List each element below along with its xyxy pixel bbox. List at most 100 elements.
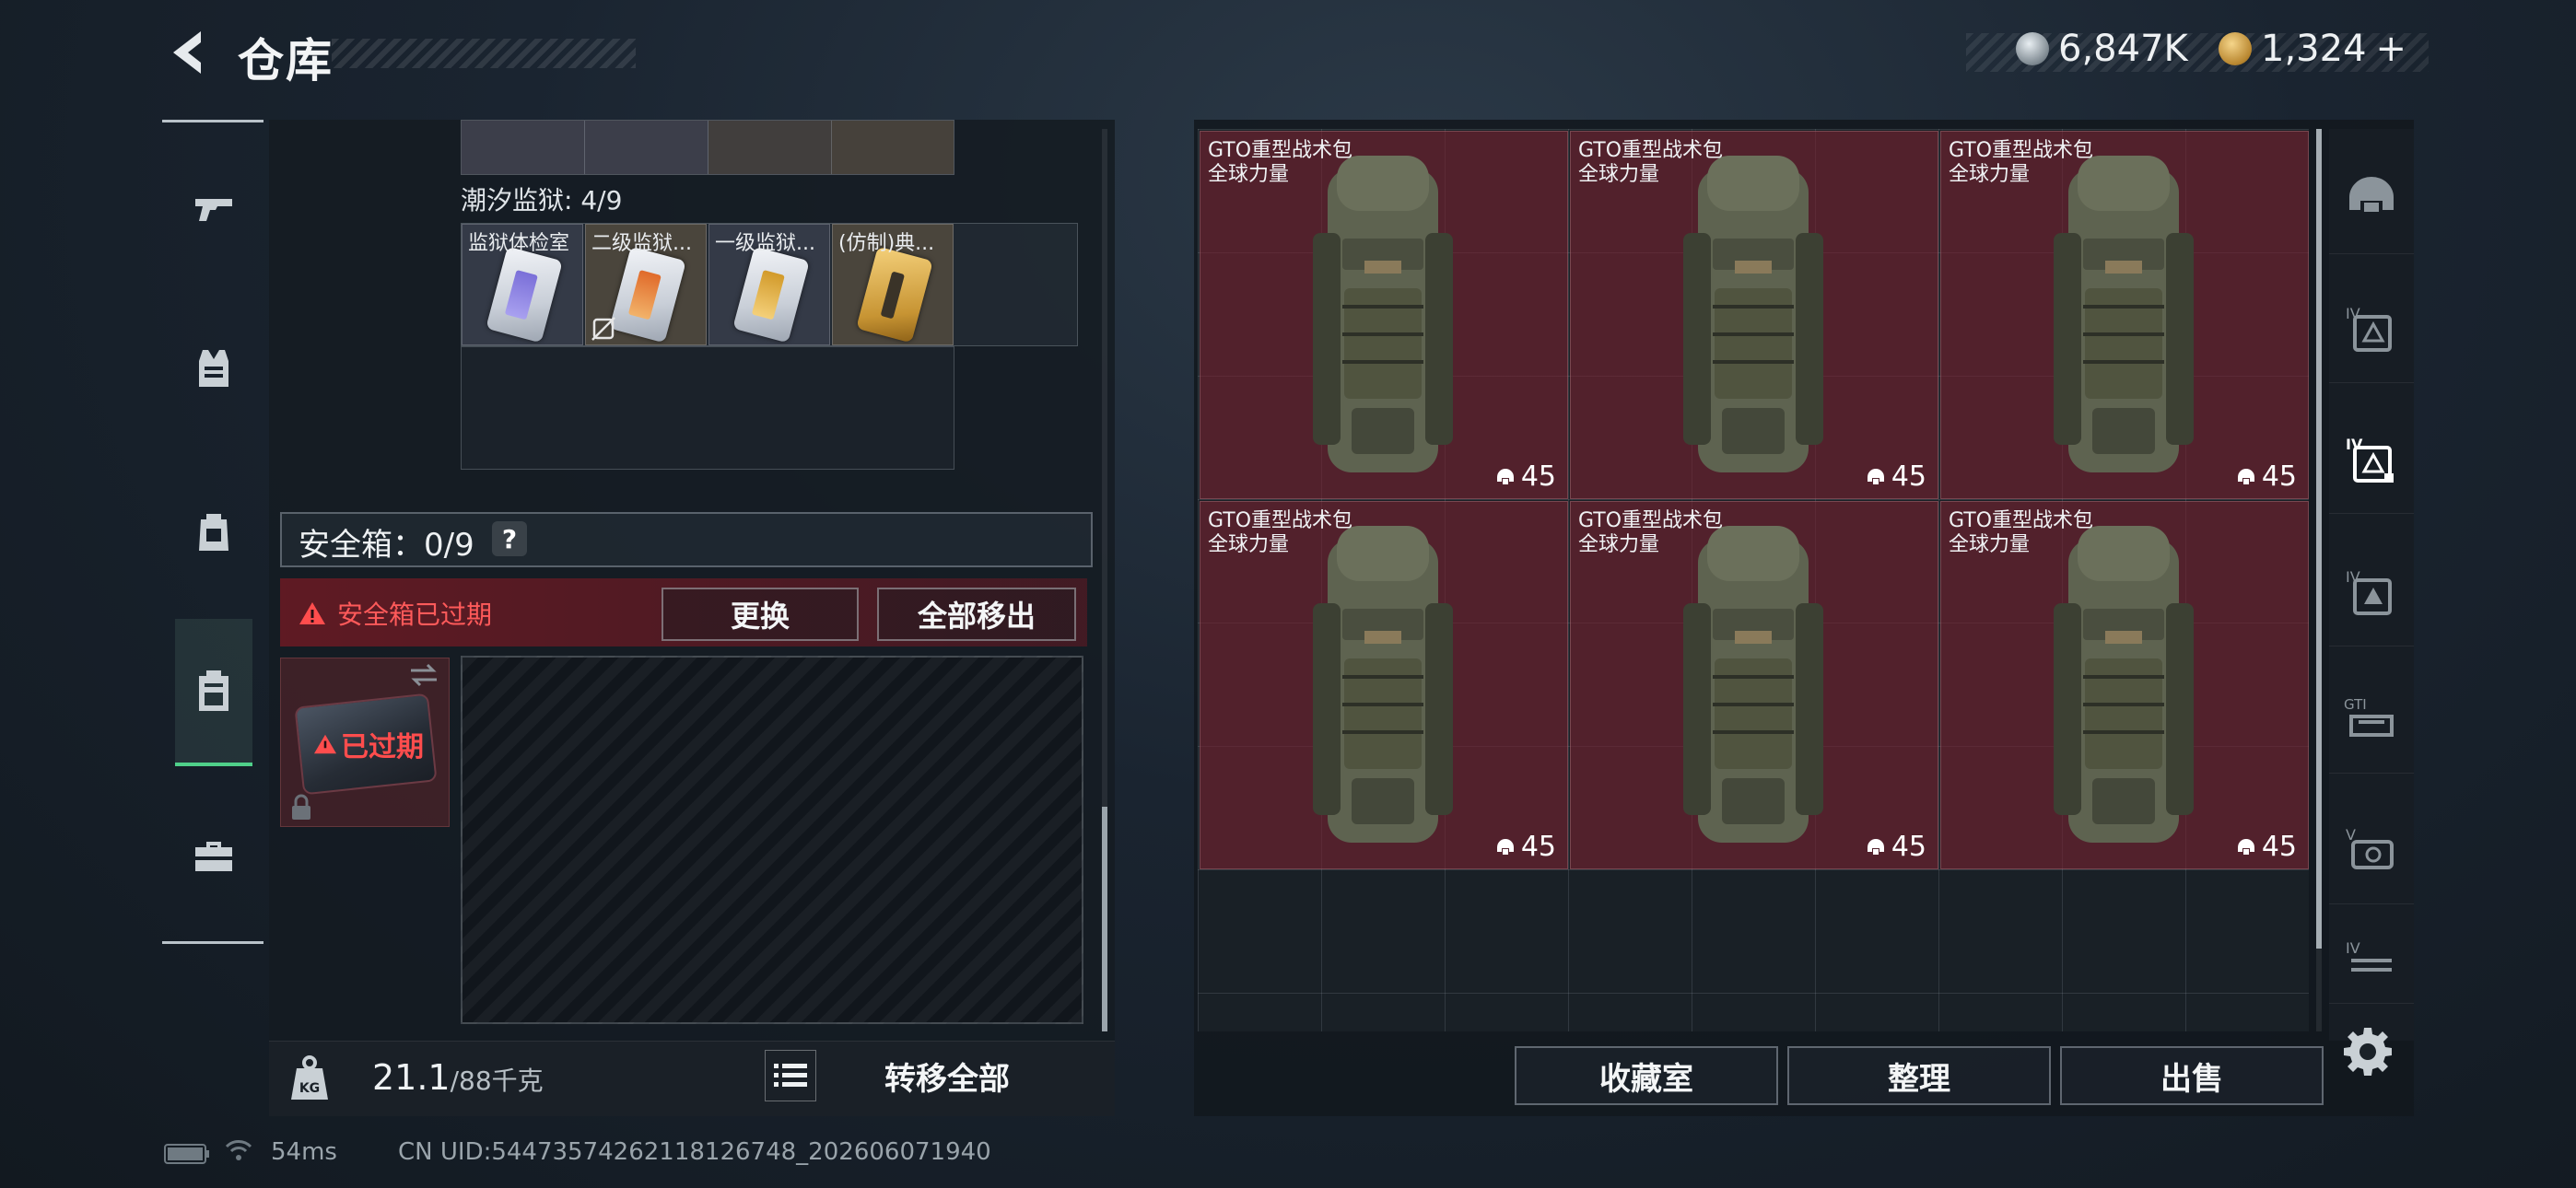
- armor-iv-alt-filter-icon: IV: [2346, 568, 2392, 615]
- ping-readout: 54ms: [271, 1138, 337, 1166]
- partial-item[interactable]: [708, 121, 832, 174]
- armor-iv-selected-filter-icon: IV: [2346, 436, 2394, 483]
- nav-vest[interactable]: [175, 322, 252, 414]
- svg-text:IV: IV: [2346, 939, 2360, 957]
- tide-prison-empty-grid: [461, 346, 954, 470]
- partial-item[interactable]: [585, 121, 708, 174]
- filter-iv-bag[interactable]: IV: [2329, 921, 2414, 1004]
- svg-text:IV: IV: [2346, 568, 2360, 586]
- back-arrow-icon[interactable]: [164, 28, 210, 77]
- list-view-button[interactable]: [765, 1050, 816, 1101]
- item-capacity: 45: [1866, 460, 1926, 493]
- item-capacity-value: 45: [1891, 831, 1926, 863]
- item-label: (仿制)典...: [838, 232, 935, 255]
- keycard-item[interactable]: 二级监狱...: [585, 224, 707, 345]
- keycard-image: [609, 246, 686, 344]
- nav-backpack[interactable]: [175, 486, 252, 578]
- no-insurance-icon: [591, 317, 615, 341]
- partial-item-row[interactable]: [461, 120, 954, 175]
- page-title: 仓库: [238, 34, 334, 87]
- item-capacity-value: 45: [1520, 460, 1556, 493]
- expired-warning: 安全箱已过期: [299, 595, 492, 632]
- svg-text:GTI: GTI: [2344, 696, 2367, 713]
- item-label: 监狱体检室: [468, 232, 570, 255]
- backpack-item[interactable]: GTO重型战术包 全球力量 45: [1940, 131, 2309, 499]
- helmet-icon: [1867, 468, 1884, 484]
- filter-armor-iv[interactable]: IV: [2329, 273, 2414, 383]
- replace-button[interactable]: 更换: [662, 588, 859, 641]
- backpack-item[interactable]: GTO重型战术包 全球力量 45: [1570, 501, 1938, 869]
- warning-icon: [314, 734, 336, 754]
- helmet-icon: [1496, 838, 1514, 855]
- swap-icon[interactable]: [407, 661, 440, 689]
- item-faction: 全球力量: [1949, 163, 2031, 186]
- helmet-icon: [1867, 838, 1884, 855]
- nav-toolbox[interactable]: [175, 810, 252, 903]
- backpack-item[interactable]: GTO重型战术包 全球力量 45: [1200, 501, 1568, 869]
- container-icon: [199, 670, 228, 711]
- backpack-item[interactable]: GTO重型战术包 全球力量 45: [1940, 501, 2309, 869]
- keycard-image: [486, 246, 563, 344]
- helmet-icon: [2237, 838, 2254, 855]
- backpack-item[interactable]: GTO重型战术包 全球力量 45: [1200, 131, 1568, 499]
- filter-gti[interactable]: GTI: [2329, 663, 2414, 774]
- safe-box-grid[interactable]: [461, 656, 1083, 1024]
- filter-armor-iv-selected[interactable]: IV: [2329, 403, 2414, 514]
- helmet-icon: [1496, 468, 1514, 484]
- filter-v[interactable]: V: [2329, 794, 2414, 904]
- gold-currency[interactable]: 1,324 +: [2219, 28, 2406, 70]
- battery-icon: [164, 1144, 209, 1164]
- toolbox-icon: [195, 842, 232, 871]
- gold-coin-icon: [2219, 32, 2252, 65]
- item-capacity-value: 45: [1520, 831, 1556, 863]
- partial-item[interactable]: [832, 121, 954, 174]
- collection-room-button[interactable]: 收藏室: [1515, 1046, 1778, 1105]
- gear-icon[interactable]: [2342, 1026, 2394, 1077]
- partial-item[interactable]: [462, 121, 585, 174]
- safe-expired-text: 已过期: [341, 731, 424, 763]
- pistol-icon: [195, 199, 232, 221]
- filter-helmet[interactable]: [2329, 144, 2414, 254]
- safe-box-title: 安全箱：0/9: [299, 527, 474, 564]
- filter-armor-iv-alt[interactable]: IV: [2329, 536, 2414, 646]
- wifi-icon: [225, 1140, 252, 1160]
- item-faction: 全球力量: [1578, 533, 1660, 556]
- safe-expired-badge: 已过期: [313, 724, 424, 764]
- keycard-item[interactable]: 一级监狱...: [708, 224, 830, 345]
- item-label: 一级监狱...: [715, 232, 815, 255]
- item-faction: 全球力量: [1949, 533, 2031, 556]
- sell-button[interactable]: 出售: [2060, 1046, 2324, 1105]
- backpack-icon: [199, 514, 228, 551]
- backpack-image: [2054, 526, 2194, 843]
- vest-icon: [199, 350, 228, 387]
- item-faction: 全球力量: [1208, 533, 1290, 556]
- nav-container[interactable]: [175, 619, 252, 766]
- item-capacity-value: 45: [1891, 460, 1926, 493]
- item-capacity: 45: [1495, 460, 1556, 493]
- nav-weapons[interactable]: [175, 162, 252, 254]
- transfer-all-button[interactable]: 转移全部: [884, 1054, 1010, 1099]
- add-currency-button[interactable]: +: [2376, 28, 2407, 70]
- weight-capacity: /88千克: [450, 1066, 544, 1096]
- weight-readout: 21.1/88千克: [372, 1057, 544, 1098]
- backpack-image: [2054, 156, 2194, 472]
- help-button[interactable]: ?: [492, 521, 527, 556]
- v-filter-icon: V: [2346, 826, 2394, 869]
- armor-iv-filter-icon: IV: [2346, 305, 2392, 352]
- item-faction: 全球力量: [1208, 163, 1290, 186]
- item-capacity: 45: [2236, 831, 2297, 863]
- user-uid: CN UID:5447357426211812674​8_20260607194…: [398, 1138, 991, 1166]
- keycard-item[interactable]: (仿制)典...: [832, 224, 954, 345]
- gold-amount: 1,324: [2261, 28, 2367, 70]
- keycard-image: [732, 246, 810, 344]
- backpack-item[interactable]: GTO重型战术包 全球力量 45: [1570, 131, 1938, 499]
- remove-all-button[interactable]: 全部移出: [877, 588, 1076, 641]
- helmet-icon: [2237, 468, 2254, 484]
- left-scrollbar-thumb[interactable]: [1102, 807, 1107, 1031]
- tide-prison-label: 潮汐监狱: 4/9: [461, 185, 623, 215]
- svg-text:IV: IV: [2346, 305, 2360, 322]
- keycard-item[interactable]: 监狱体检室: [462, 224, 583, 345]
- organize-button[interactable]: 整理: [1787, 1046, 2051, 1105]
- right-scrollbar-thumb[interactable]: [2316, 129, 2322, 949]
- title-decoration: [332, 39, 636, 68]
